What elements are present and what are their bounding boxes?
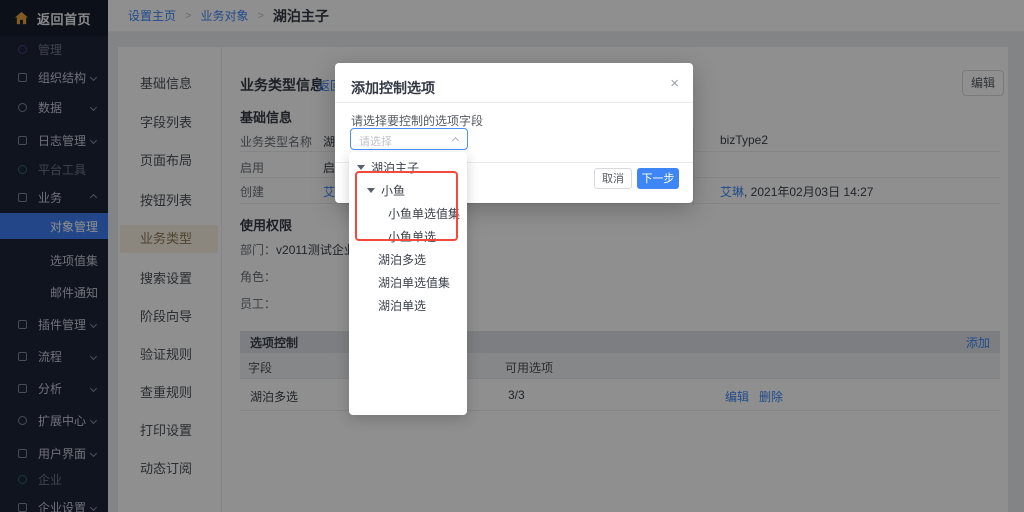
chevron-up-icon bbox=[452, 137, 459, 144]
tree-node-label: 小鱼单选值集 bbox=[388, 205, 460, 222]
caret-down-icon[interactable] bbox=[357, 165, 365, 170]
cancel-button[interactable]: 取消 bbox=[594, 168, 632, 189]
tree-node-small-fish[interactable]: 小鱼 bbox=[367, 179, 405, 201]
next-button[interactable]: 下一步 bbox=[637, 168, 679, 189]
tree-node-lake-multi[interactable]: 湖泊多选 bbox=[378, 248, 426, 270]
select-field-label: 请选择要控制的选项字段 bbox=[351, 112, 483, 129]
tree-node-label: 湖泊多选 bbox=[378, 251, 426, 268]
close-icon[interactable]: × bbox=[670, 75, 679, 92]
field-select[interactable]: 请选择 bbox=[350, 128, 468, 150]
divider bbox=[335, 102, 693, 103]
tree-node-lake-parent[interactable]: 湖泊主子 bbox=[357, 156, 419, 178]
select-placeholder: 请选择 bbox=[359, 133, 392, 149]
tree-node-label: 湖泊单选 bbox=[378, 297, 426, 314]
tree-node-small-fish-single-valueset[interactable]: 小鱼单选值集 bbox=[388, 202, 460, 224]
field-select-dropdown: 湖泊主子 小鱼 小鱼单选值集 小鱼单选 湖泊多选 湖泊单选值集 湖泊单选 bbox=[349, 152, 467, 415]
tree-node-label: 湖泊主子 bbox=[371, 159, 419, 176]
tree-node-label: 小鱼单选 bbox=[388, 228, 436, 245]
app-window: 返回首页 管理 组织结构 数据 日志管理 平台工具 业务 bbox=[0, 0, 1024, 512]
caret-down-icon[interactable] bbox=[367, 188, 375, 193]
tree-node-lake-single-valueset[interactable]: 湖泊单选值集 bbox=[378, 271, 450, 293]
tree-node-label: 湖泊单选值集 bbox=[378, 274, 450, 291]
tree-node-lake-single[interactable]: 湖泊单选 bbox=[378, 294, 426, 316]
tree-node-small-fish-single[interactable]: 小鱼单选 bbox=[388, 225, 436, 247]
modal-title: 添加控制选项 bbox=[351, 78, 435, 98]
tree-node-label: 小鱼 bbox=[381, 182, 405, 199]
